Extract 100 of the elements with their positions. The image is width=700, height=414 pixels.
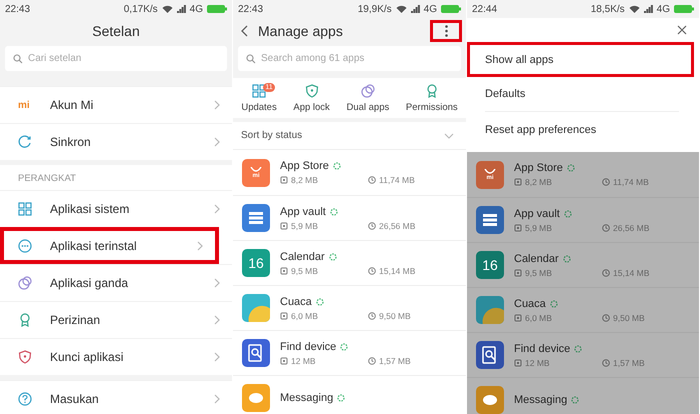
cache-size: 11,74 MB (613, 177, 649, 187)
sync-icon (18, 135, 32, 149)
clock-icon (602, 268, 610, 276)
more-circle-icon (18, 238, 32, 252)
app-size: 9,5 MB (525, 268, 552, 278)
status-spinner-icon (328, 252, 337, 260)
storage-icon (514, 358, 522, 366)
status-spinner-icon (332, 162, 341, 170)
search-field[interactable]: Cari setelan (5, 46, 227, 71)
network-speed: 19,9K/s (358, 4, 392, 14)
section-header: PERANGKAT (17, 172, 77, 186)
clock-icon (368, 222, 376, 230)
network-type: 4G (656, 4, 670, 14)
clock-icon (602, 314, 610, 322)
clock-icon (368, 312, 376, 320)
status-spinner-icon (564, 210, 572, 218)
clock-icon (602, 178, 610, 186)
chevron-right-icon (214, 315, 220, 325)
search-field[interactable]: Search among 61 apps (238, 46, 461, 71)
network-type: 4G (190, 4, 203, 14)
settings-item[interactable]: Perizinan (0, 301, 232, 338)
app-name: App vault (514, 208, 560, 220)
grid-icon (18, 202, 32, 216)
cache-size: 1,57 MB (379, 356, 411, 366)
network-type: 4G (424, 4, 437, 14)
app-size: 5,9 MB (525, 222, 552, 232)
shortcut-button[interactable]: Permissions (404, 83, 460, 113)
app-size: 12 MB (525, 358, 550, 368)
storage-icon (280, 356, 288, 364)
clock-icon (368, 176, 376, 184)
app-icon: 16 (476, 251, 504, 279)
clock-icon (368, 356, 376, 364)
menu-item[interactable]: Reset app preferences (467, 112, 699, 147)
status-spinner-icon (337, 394, 346, 402)
chevron-right-icon (197, 240, 203, 250)
app-size: 9,5 MB (291, 266, 318, 276)
sort-dropdown[interactable]: Sort by status (233, 122, 466, 150)
chevron-right-icon (214, 352, 220, 362)
dual-circles-icon (360, 84, 375, 98)
clock-icon (602, 358, 610, 366)
status-spinner-icon (574, 344, 582, 352)
back-icon[interactable] (241, 24, 248, 36)
cache-size: 26,56 MB (613, 222, 650, 232)
screen-title: Setelan (92, 22, 140, 38)
shortcut-button[interactable]: Dual apps (344, 83, 392, 113)
search-icon (13, 54, 23, 64)
wifi-icon (162, 5, 173, 13)
app-name: Calendar (514, 252, 559, 264)
app-icon: 16 (242, 249, 270, 277)
clock-icon (602, 224, 610, 232)
settings-item[interactable]: Aplikasi ganda (0, 264, 232, 301)
cache-size: 15,14 MB (613, 268, 650, 278)
storage-icon (514, 268, 522, 276)
settings-item[interactable]: Masukan (0, 380, 232, 414)
storage-icon (280, 312, 288, 320)
settings-item[interactable]: Aplikasi terinstal (0, 227, 219, 264)
app-size: 6,0 MB (291, 310, 318, 320)
app-size: 5,9 MB (291, 220, 318, 230)
status-time: 22:43 (238, 4, 264, 14)
cache-size: 26,56 MB (379, 220, 416, 230)
menu-item[interactable]: Defaults (485, 77, 679, 112)
network-speed: 18,5K/s (590, 4, 625, 14)
status-spinner-icon (562, 254, 571, 262)
more-vertical-icon (444, 24, 448, 36)
settings-item[interactable]: Sinkron (0, 123, 232, 160)
settings-item[interactable]: Aplikasi sistem (0, 190, 232, 227)
chevron-down-icon (444, 132, 454, 138)
settings-item[interactable]: Kunci aplikasi (0, 338, 232, 375)
shortcut-button[interactable]: App lock (291, 83, 332, 113)
cache-size: 15,14 MB (379, 266, 416, 276)
status-spinner-icon (340, 342, 348, 350)
status-time: 22:44 (472, 4, 498, 14)
status-time: 22:43 (5, 4, 30, 14)
chevron-right-icon (214, 278, 220, 288)
app-name: App Store (514, 162, 563, 174)
chevron-right-icon (214, 204, 220, 214)
storage-icon (514, 178, 522, 186)
battery-icon (674, 5, 694, 13)
cache-size: 9,50 MB (379, 310, 411, 320)
signal-icon (176, 5, 186, 13)
chevron-right-icon (214, 137, 220, 147)
storage-icon (514, 224, 522, 232)
status-spinner-icon (566, 164, 575, 172)
shield-icon (18, 350, 32, 364)
storage-icon (514, 314, 522, 322)
close-icon[interactable] (677, 25, 687, 35)
signal-icon (644, 5, 653, 13)
battery-icon (207, 5, 227, 13)
shield-icon (304, 84, 319, 98)
app-name: Cuaca (280, 296, 312, 308)
app-name: App Store (280, 160, 329, 172)
menu-item[interactable]: Show all apps (467, 42, 694, 77)
more-button[interactable] (430, 20, 462, 42)
settings-item[interactable]: mi Akun Mi (0, 86, 232, 123)
app-size: 8,2 MB (291, 175, 318, 185)
cache-size: 1,57 MB (613, 358, 645, 368)
storage-icon (280, 222, 288, 230)
app-size: 12 MB (291, 356, 316, 366)
app-name: Messaging (514, 394, 568, 406)
app-name: Messaging (280, 392, 334, 404)
